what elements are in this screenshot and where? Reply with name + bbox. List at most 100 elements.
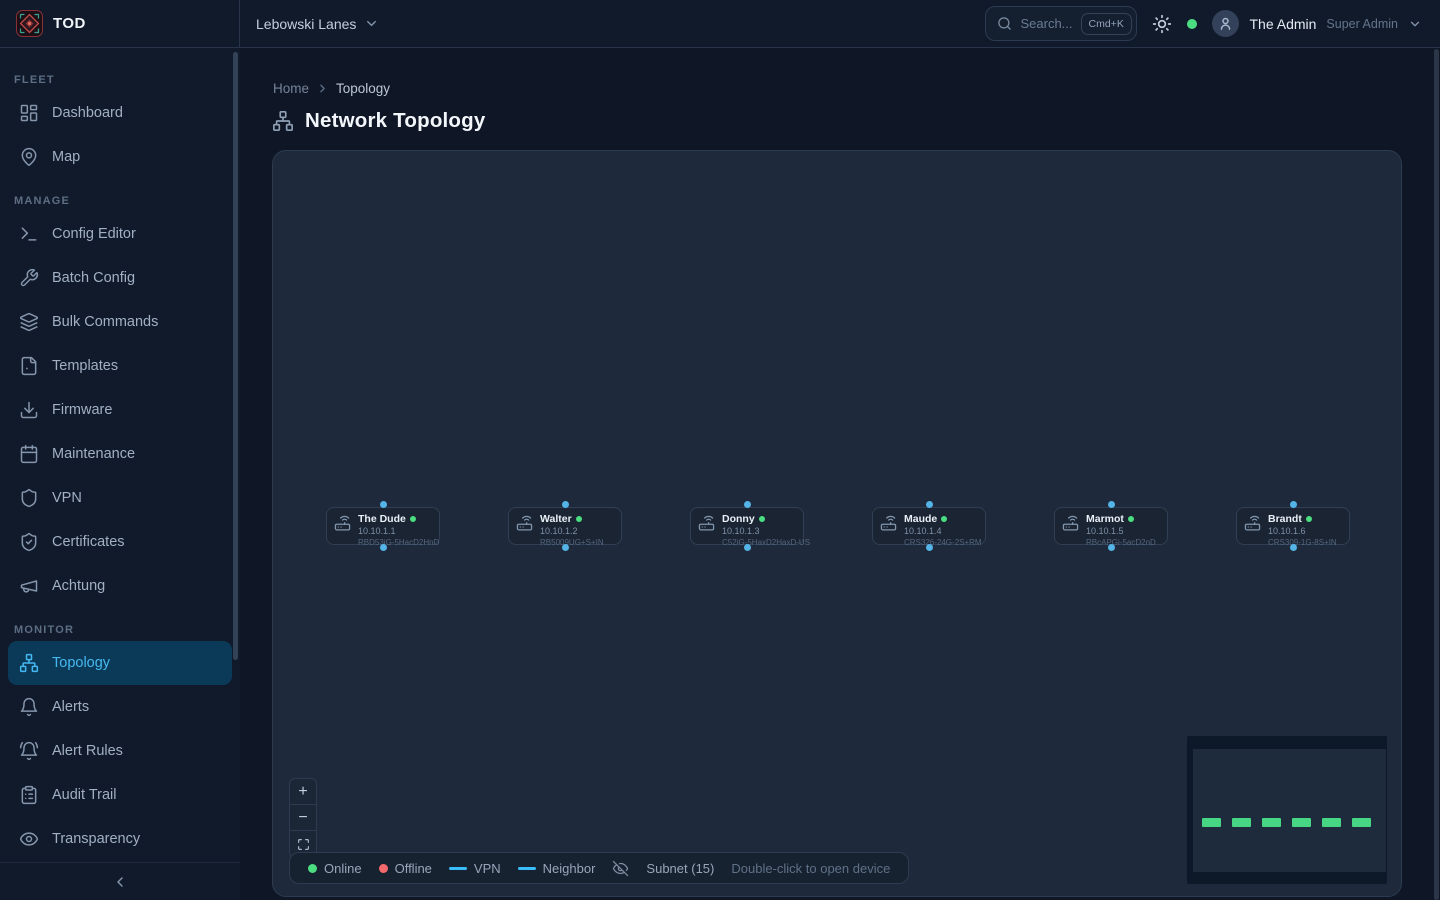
- shield-icon: [19, 488, 39, 508]
- zoom-controls: + −: [289, 778, 317, 858]
- sidebar-item-achtung[interactable]: Achtung: [8, 564, 232, 608]
- legend-offline: Offline: [379, 861, 432, 876]
- port-dot-bottom[interactable]: [926, 544, 933, 551]
- port-dot-top[interactable]: [562, 501, 569, 508]
- sidebar-item-config-editor[interactable]: Config Editor: [8, 212, 232, 256]
- port-dot-top[interactable]: [1108, 501, 1115, 508]
- minimap[interactable]: [1187, 736, 1387, 884]
- sidebar-item-dashboard[interactable]: Dashboard: [8, 91, 232, 135]
- device-node[interactable]: Brandt10.10.1.6CRS309-1G-8S+IN: [1236, 507, 1350, 545]
- port-dot-bottom[interactable]: [562, 544, 569, 551]
- search-shortcut-badge: Cmd+K: [1081, 13, 1132, 35]
- legend-subnet-label[interactable]: Subnet (15): [646, 861, 714, 876]
- device-ip: 10.10.1.2: [540, 526, 604, 536]
- sidebar-item-label: Achtung: [52, 578, 105, 594]
- search-input[interactable]: Search... Cmd+K: [985, 6, 1137, 41]
- device-ip: 10.10.1.4: [904, 526, 981, 536]
- device-name: Brandt: [1268, 513, 1302, 525]
- sidebar-item-maintenance[interactable]: Maintenance: [8, 432, 232, 476]
- sidebar-item-bulk-commands[interactable]: Bulk Commands: [8, 300, 232, 344]
- device-name: Marmot: [1086, 513, 1124, 525]
- device-ip: 10.10.1.6: [1268, 526, 1337, 536]
- sidebar-item-topology[interactable]: Topology: [8, 641, 232, 685]
- topology-icon: [19, 653, 39, 673]
- layers-icon: [19, 312, 39, 332]
- user-name: The Admin: [1249, 16, 1316, 32]
- sidebar-item-alert-rules[interactable]: Alert Rules: [8, 729, 232, 773]
- bell-icon: [19, 697, 39, 717]
- port-dot-bottom[interactable]: [1290, 544, 1297, 551]
- chevron-down-icon: [1408, 17, 1422, 31]
- sidebar-item-label: Map: [52, 149, 80, 165]
- sidebar-item-label: Firmware: [52, 402, 112, 418]
- user-icon: [1218, 16, 1233, 31]
- port-dot-bottom[interactable]: [1108, 544, 1115, 551]
- terminal-icon: [19, 224, 39, 244]
- legend-neighbor: Neighbor: [518, 861, 596, 876]
- search-placeholder: Search...: [1020, 16, 1072, 31]
- main-content: Home Topology Network Topology The Dude1…: [240, 48, 1440, 900]
- device-status-dot: [576, 516, 582, 522]
- sidebar-item-audit-trail[interactable]: Audit Trail: [8, 773, 232, 817]
- breadcrumb-home[interactable]: Home: [273, 81, 309, 96]
- port-dot-top[interactable]: [744, 501, 751, 508]
- sidebar-item-label: Certificates: [52, 534, 125, 550]
- router-icon: [516, 515, 533, 532]
- clipboard-icon: [19, 785, 39, 805]
- device-status-dot: [1306, 516, 1312, 522]
- eye-icon: [19, 829, 39, 849]
- topology-canvas[interactable]: The Dude10.10.1.1RBD53iG-5HacD2HnDWalter…: [272, 150, 1402, 897]
- topology-title-icon: [272, 110, 294, 132]
- sidebar-item-vpn[interactable]: VPN: [8, 476, 232, 520]
- device-node[interactable]: The Dude10.10.1.1RBD53iG-5HacD2HnD: [326, 507, 440, 545]
- port-dot-bottom[interactable]: [380, 544, 387, 551]
- device-status-dot: [759, 516, 765, 522]
- sidebar-item-certificates[interactable]: Certificates: [8, 520, 232, 564]
- device-node[interactable]: Walter10.10.1.2RB5009UG+S+IN: [508, 507, 622, 545]
- breadcrumb-current: Topology: [336, 81, 390, 96]
- bell-ring-icon: [19, 741, 39, 761]
- device-node[interactable]: Maude10.10.1.4 CRS326-24G-2S+RM: [872, 507, 986, 545]
- sidebar-item-firmware[interactable]: Firmware: [8, 388, 232, 432]
- section-label-monitor: MONITOR: [14, 624, 228, 636]
- device-name: Maude: [904, 513, 937, 525]
- minimap-node: [1352, 818, 1371, 827]
- port-dot-bottom[interactable]: [744, 544, 751, 551]
- app-logo-icon: [16, 10, 43, 37]
- search-icon: [997, 16, 1012, 31]
- main-scrollbar[interactable]: [1434, 49, 1439, 900]
- device-model: CRS326-24G-2S+RM: [904, 538, 981, 547]
- sidebar-scrollbar-thumb[interactable]: [233, 52, 238, 660]
- minimap-viewport[interactable]: [1193, 749, 1386, 872]
- sidebar-collapse-button[interactable]: [0, 862, 240, 900]
- eye-off-icon[interactable]: [612, 860, 629, 877]
- user-menu[interactable]: The Admin Super Admin: [1212, 10, 1422, 37]
- device-model: RBcAPGi-5acD2nD: [1086, 538, 1156, 547]
- sidebar-item-label: Topology: [52, 655, 110, 671]
- device-model: RB5009UG+S+IN: [540, 538, 604, 547]
- legend-offline-label: Offline: [395, 861, 432, 876]
- device-node[interactable]: Marmot10.10.1.5RBcAPGi-5acD2nD: [1054, 507, 1168, 545]
- sidebar-item-label: Transparency: [52, 831, 140, 847]
- sidebar-item-batch-config[interactable]: Batch Config: [8, 256, 232, 300]
- port-dot-top[interactable]: [380, 501, 387, 508]
- sidebar-item-label: Batch Config: [52, 270, 135, 286]
- shield-check-icon: [19, 532, 39, 552]
- sidebar-item-transparency[interactable]: Transparency: [8, 817, 232, 861]
- router-icon: [1062, 515, 1079, 532]
- page-title: Network Topology: [305, 109, 485, 133]
- sidebar-item-label: Dashboard: [52, 105, 123, 121]
- zoom-in-button[interactable]: +: [290, 779, 316, 805]
- zoom-out-button[interactable]: −: [290, 805, 316, 831]
- sidebar-item-map[interactable]: Map: [8, 135, 232, 179]
- device-node[interactable]: Donny10.10.1.3C52iG-5HaxD2HaxD-US: [690, 507, 804, 545]
- sidebar-item-templates[interactable]: Templates: [8, 344, 232, 388]
- theme-toggle-button[interactable]: [1152, 14, 1172, 34]
- workspace-name: Lebowski Lanes: [256, 16, 356, 32]
- sidebar-item-label: Templates: [52, 358, 118, 374]
- sidebar-item-alerts[interactable]: Alerts: [8, 685, 232, 729]
- sidebar-item-label: VPN: [52, 490, 82, 506]
- port-dot-top[interactable]: [926, 501, 933, 508]
- port-dot-top[interactable]: [1290, 501, 1297, 508]
- workspace-selector[interactable]: Lebowski Lanes: [256, 16, 379, 32]
